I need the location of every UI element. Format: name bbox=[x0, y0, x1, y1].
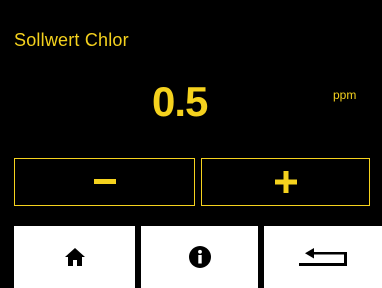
setpoint-title: Sollwert Chlor bbox=[14, 30, 129, 50]
info-button[interactable] bbox=[141, 226, 258, 288]
home-button[interactable] bbox=[14, 226, 135, 288]
back-button[interactable] bbox=[264, 226, 382, 288]
setpoint-value: 0.5 bbox=[152, 78, 208, 125]
plus-icon bbox=[274, 171, 297, 193]
increase-button[interactable] bbox=[201, 158, 370, 206]
decrease-button[interactable] bbox=[14, 158, 195, 206]
home-icon bbox=[64, 248, 85, 266]
unit-label: ppm bbox=[333, 88, 357, 102]
minus-icon bbox=[93, 179, 116, 184]
return-icon bbox=[299, 248, 347, 266]
info-icon bbox=[188, 246, 211, 268]
